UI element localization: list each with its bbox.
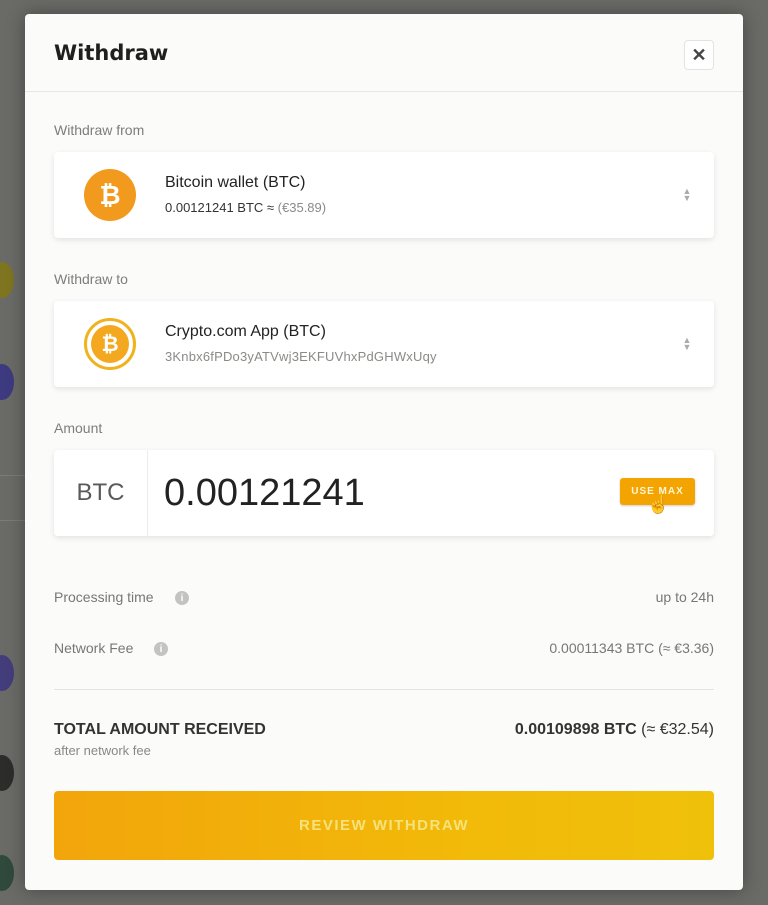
network-fee-label: Network Fee bbox=[54, 640, 134, 656]
background-avatar bbox=[0, 364, 14, 400]
background-divider bbox=[0, 520, 26, 521]
background-avatar bbox=[0, 655, 14, 691]
background-avatar bbox=[0, 755, 14, 791]
info-icon[interactable]: i bbox=[154, 642, 168, 656]
total-sublabel: after network fee bbox=[54, 743, 151, 758]
balance-fiat: (€35.89) bbox=[277, 200, 327, 215]
processing-time-label: Processing time bbox=[54, 589, 154, 605]
bitcoin-icon: ₿ bbox=[84, 169, 136, 221]
modal-header: Withdraw ✕ bbox=[25, 14, 743, 92]
withdraw-to-address: 3Knbx6fPDo3yATVwj3EKFUVhxPdGHWxUqy bbox=[165, 349, 437, 364]
background-divider bbox=[0, 475, 26, 476]
withdraw-to-label: Withdraw to bbox=[54, 271, 128, 287]
info-icon[interactable]: i bbox=[175, 591, 189, 605]
sort-arrows-icon: ▲ ▼ bbox=[682, 186, 692, 203]
hand-cursor-icon: ☝ bbox=[647, 494, 670, 514]
amount-label: Amount bbox=[54, 420, 103, 436]
amount-field: BTC USE MAX ☝ bbox=[54, 450, 714, 536]
processing-time-value: up to 24h bbox=[655, 589, 714, 605]
divider bbox=[54, 689, 714, 690]
withdraw-from-select[interactable]: ₿ Bitcoin wallet (BTC) 0.00121241 BTC ≈ … bbox=[54, 152, 714, 238]
total-value-fiat: (≈ €32.54) bbox=[641, 721, 714, 738]
total-value: 0.00109898 BTC (≈ €32.54) bbox=[515, 721, 714, 739]
withdraw-modal: Withdraw ✕ Withdraw from ₿ Bitcoin walle… bbox=[25, 14, 743, 890]
withdraw-from-title: Bitcoin wallet (BTC) bbox=[165, 174, 306, 191]
withdraw-from-balance: 0.00121241 BTC ≈ (€35.89) bbox=[165, 200, 326, 215]
bitcoin-icon: ₿ bbox=[84, 318, 136, 370]
background-avatar bbox=[0, 855, 14, 891]
network-fee-value: 0.00011343 BTC (≈ €3.36) bbox=[549, 640, 714, 656]
total-value-btc: 0.00109898 BTC bbox=[514, 721, 637, 738]
balance-btc: 0.00121241 BTC ≈ bbox=[165, 200, 275, 215]
review-withdraw-button[interactable]: REVIEW WITHDRAW bbox=[54, 791, 714, 860]
processing-time-row: Processing time i up to 24h bbox=[54, 589, 714, 609]
sort-arrows-icon: ▲ ▼ bbox=[682, 335, 692, 352]
close-button[interactable]: ✕ bbox=[684, 40, 714, 70]
withdraw-to-title: Crypto.com App (BTC) bbox=[165, 323, 326, 340]
modal-title: Withdraw bbox=[54, 41, 169, 65]
amount-currency: BTC bbox=[54, 450, 148, 536]
withdraw-to-select[interactable]: ₿ Crypto.com App (BTC) 3Knbx6fPDo3yATVwj… bbox=[54, 301, 714, 387]
amount-input[interactable] bbox=[164, 468, 584, 518]
total-label: TOTAL AMOUNT RECEIVED bbox=[54, 721, 266, 738]
background-avatar bbox=[0, 262, 14, 298]
network-fee-row: Network Fee i 0.00011343 BTC (≈ €3.36) bbox=[54, 640, 714, 660]
close-icon: ✕ bbox=[691, 44, 707, 65]
withdraw-from-label: Withdraw from bbox=[54, 122, 145, 138]
